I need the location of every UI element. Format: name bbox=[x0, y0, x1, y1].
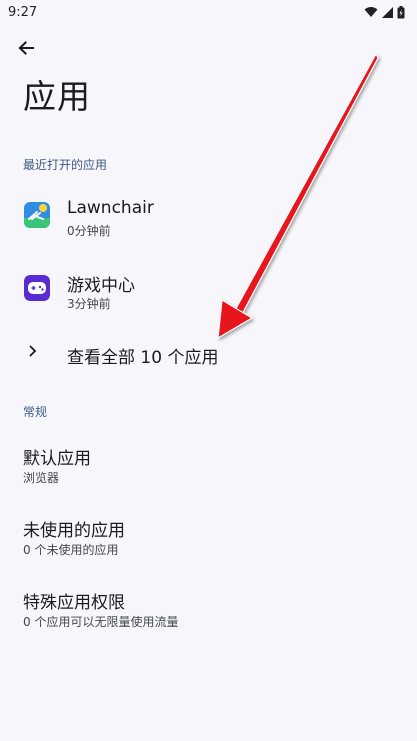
special-app-access-item[interactable]: 特殊应用权限 0 个应用可以无限量使用流量 bbox=[0, 582, 417, 638]
see-all-apps-button[interactable]: 查看全部 10 个应用 bbox=[0, 334, 417, 374]
see-all-label: 查看全部 10 个应用 bbox=[67, 348, 219, 368]
arrow-back-icon bbox=[18, 41, 34, 55]
signal-icon bbox=[382, 6, 393, 18]
setting-subtitle: 0 个应用可以无限量使用流量 bbox=[23, 615, 179, 629]
app-last-used: 0分钟前 bbox=[67, 224, 111, 238]
chevron-right-icon bbox=[29, 345, 37, 357]
app-name: 游戏中心 bbox=[67, 276, 135, 296]
game-center-icon bbox=[24, 275, 50, 301]
lawnchair-icon bbox=[24, 202, 50, 228]
unused-apps-item[interactable]: 未使用的应用 0 个未使用的应用 bbox=[0, 510, 417, 566]
recent-apps-header: 最近打开的应用 bbox=[23, 158, 108, 172]
recent-app-lawnchair[interactable]: Lawnchair 0分钟前 bbox=[0, 188, 417, 244]
battery-icon bbox=[397, 5, 405, 18]
default-apps-item[interactable]: 默认应用 浏览器 bbox=[0, 438, 417, 494]
wifi-icon bbox=[364, 7, 378, 17]
recent-app-game-center[interactable]: 游戏中心 3分钟前 bbox=[0, 261, 417, 317]
setting-title: 未使用的应用 bbox=[23, 521, 125, 541]
apps-settings-screen: 9:27 应用 最近打开的应用 Lawnchair 0分钟前 游戏中心 3分钟前… bbox=[0, 0, 417, 741]
app-name: Lawnchair bbox=[67, 198, 154, 218]
setting-title: 特殊应用权限 bbox=[23, 593, 125, 613]
status-time: 9:27 bbox=[8, 4, 38, 20]
setting-title: 默认应用 bbox=[23, 449, 91, 469]
back-button[interactable] bbox=[10, 32, 42, 64]
general-header: 常规 bbox=[23, 405, 48, 419]
status-bar: 9:27 bbox=[0, 0, 417, 24]
setting-subtitle: 浏览器 bbox=[23, 471, 60, 485]
page-title: 应用 bbox=[23, 77, 91, 116]
app-last-used: 3分钟前 bbox=[67, 297, 111, 311]
setting-subtitle: 0 个未使用的应用 bbox=[23, 543, 119, 557]
status-icons bbox=[364, 5, 405, 19]
